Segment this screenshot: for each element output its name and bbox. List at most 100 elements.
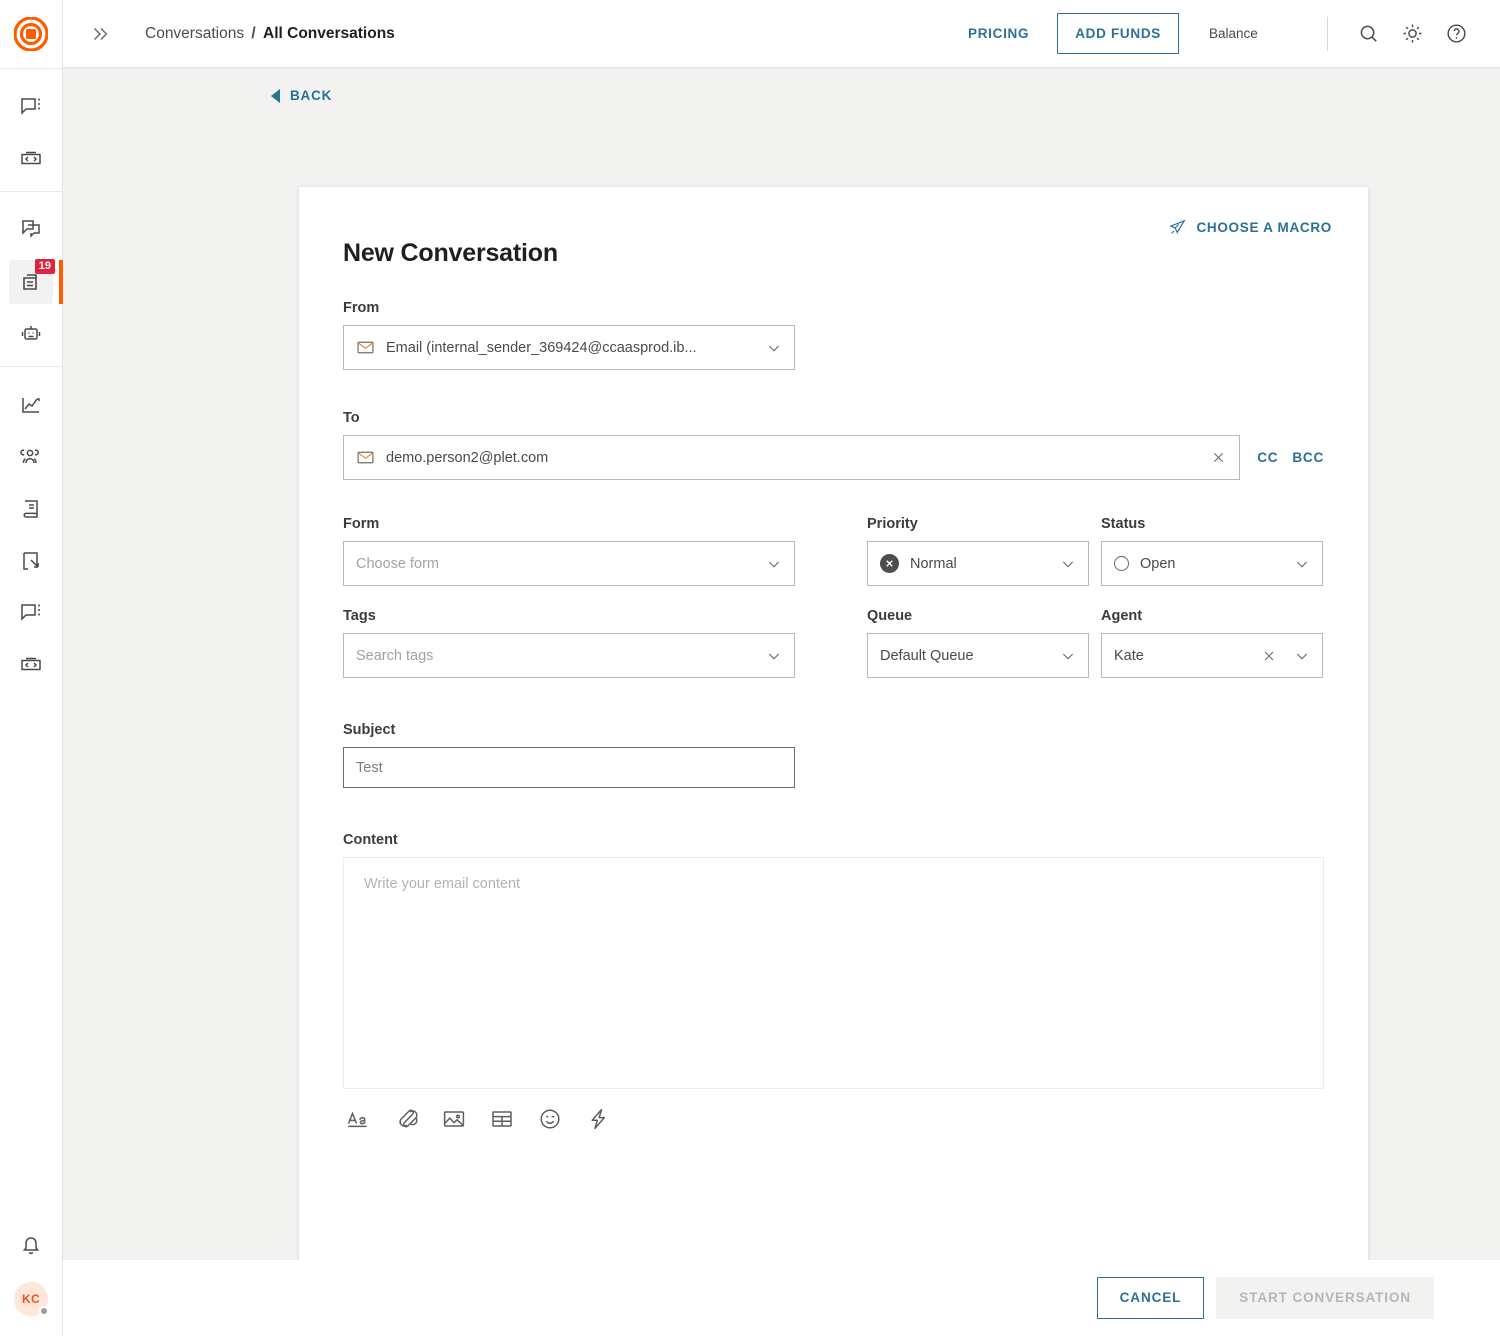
editor-toolbar [343,1107,1324,1131]
sidebar-item-code-box-2[interactable] [9,643,53,687]
envelope-icon-to [357,451,374,464]
expand-sidebar-button[interactable] [83,17,117,51]
sidebar-item-bot[interactable] [9,312,53,356]
page-title: New Conversation [343,239,558,267]
help-button[interactable] [1434,12,1478,56]
triangle-left-icon [271,88,280,103]
chevron-down-icon [766,340,782,356]
envelope-icon [357,341,374,354]
sidebar-item-analytics[interactable] [9,383,53,427]
cc-bcc-group: CC BCC [1257,450,1324,465]
agent-value: Kate [1114,647,1144,664]
start-conversation-button[interactable]: START CONVERSATION [1216,1277,1434,1319]
header-divider [1327,16,1328,51]
sidebar-item-chat-more[interactable] [9,85,53,129]
form-label: Form [343,516,380,532]
subject-input[interactable]: Test [343,747,795,788]
breadcrumb-separator: / [251,24,256,42]
sidebar-item-conversations-stack[interactable] [9,208,53,252]
notifications-button[interactable] [9,1224,53,1268]
to-input[interactable]: demo.person2@plet.com [343,435,1241,480]
tags-label: Tags [343,608,376,624]
chevron-down-icon-agent [1294,648,1310,664]
chevron-down-icon-status [1294,556,1310,572]
close-icon [1214,452,1224,463]
sidebar-item-flow-builder[interactable] [9,539,53,583]
to-label: To [343,410,360,426]
avatar[interactable]: KC [14,1282,49,1316]
table-icon[interactable] [490,1107,514,1131]
back-row: BACK [63,68,1500,108]
cancel-button[interactable]: CANCEL [1096,1277,1205,1319]
agent-clear-button[interactable] [1261,648,1277,664]
code-box-icon-2 [21,657,41,671]
content-placeholder: Write your email content [364,876,521,892]
sidebar-item-inbox-archive[interactable]: 19 [9,259,63,304]
chevron-down-icon-tags [766,648,782,664]
to-row: demo.person2@plet.com CC BCC [343,435,1324,480]
sidebar-item-chat-more-2[interactable] [9,591,53,635]
status-open-icon [1114,556,1129,571]
subject-label: Subject [343,722,396,738]
queue-label: Queue [867,608,913,624]
help-circle-icon [1446,24,1466,43]
content-editor[interactable]: Write your email content [343,857,1324,1089]
main-region: Conversations / All Conversations PRICIN… [63,0,1500,1336]
text-format-icon[interactable] [346,1107,370,1131]
code-box-icon [21,151,41,165]
agent-label: Agent [1101,608,1143,624]
subject-field: Subject Test [343,722,1324,788]
left-nav-rail: 19 KC [0,0,63,1336]
choose-a-macro-button[interactable]: CHOOSE A MACRO [1168,218,1332,237]
from-field: From Email (internal_sender_369424@ccaas… [343,300,1324,370]
breadcrumb-parent[interactable]: Conversations [145,25,244,42]
header-actions: PRICING ADD FUNDS Balance [964,12,1478,56]
avatar-status-dot [39,1306,49,1316]
attachment-icon[interactable] [394,1107,418,1131]
bell-icon [22,1237,40,1255]
flow-builder-icon [23,552,39,570]
to-field: To demo.person2@plet.com CC BCC [343,410,1324,480]
conversations-stack-icon [22,220,40,238]
sidebar-item-code-box[interactable] [9,137,53,181]
status-select[interactable]: Open [1101,541,1323,586]
form-select[interactable]: Choose form [343,541,795,586]
subject-value: Test [356,759,383,776]
priority-select[interactable]: Normal [867,541,1089,586]
app-logo[interactable] [0,0,62,68]
to-value: demo.person2@plet.com [386,449,549,466]
top-header-bar: Conversations / All Conversations PRICIN… [63,0,1500,68]
chat-more-icon [21,98,40,115]
image-icon[interactable] [442,1107,466,1131]
sun-icon [1402,24,1422,43]
chevron-down-icon-queue [1060,648,1076,664]
agent-field: Agent Kate [1101,608,1323,678]
back-button[interactable]: BACK [271,88,332,103]
bcc-button[interactable]: BCC [1292,450,1324,465]
form-field: Form Choose form [343,516,795,586]
queue-select[interactable]: Default Queue [867,633,1089,678]
sidebar-item-knowledge-book[interactable] [9,487,53,531]
search-icon [1360,25,1377,42]
rail-group-1 [0,68,62,191]
emoji-icon[interactable] [538,1107,562,1131]
to-clear-button[interactable] [1210,449,1227,466]
from-value: Email (internal_sender_369424@ccaasprod.… [386,339,697,356]
chevron-down-icon-form [766,556,782,572]
choose-a-macro-label: CHOOSE A MACRO [1196,220,1332,235]
sidebar-item-contacts[interactable] [9,435,53,479]
search-button[interactable] [1346,12,1390,56]
cc-button[interactable]: CC [1257,450,1278,465]
new-conversation-card: CHOOSE A MACRO New Conversation From Ema… [299,187,1368,1260]
theme-toggle-button[interactable] [1390,12,1434,56]
pricing-link[interactable]: PRICING [964,20,1033,47]
page-content: BACK CHOOSE A MACRO New Conversation Fro… [63,68,1500,1260]
breadcrumb-current: All Conversations [263,24,395,42]
agent-select[interactable]: Kate [1101,633,1323,678]
sidebar-badge-count: 19 [34,259,55,274]
tags-input[interactable]: Search tags [343,633,795,678]
add-funds-button[interactable]: ADD FUNDS [1057,12,1179,55]
quick-reply-lightning-icon[interactable] [586,1107,610,1131]
status-label: Status [1101,516,1146,532]
from-select[interactable]: Email (internal_sender_369424@ccaasprod.… [343,325,795,370]
